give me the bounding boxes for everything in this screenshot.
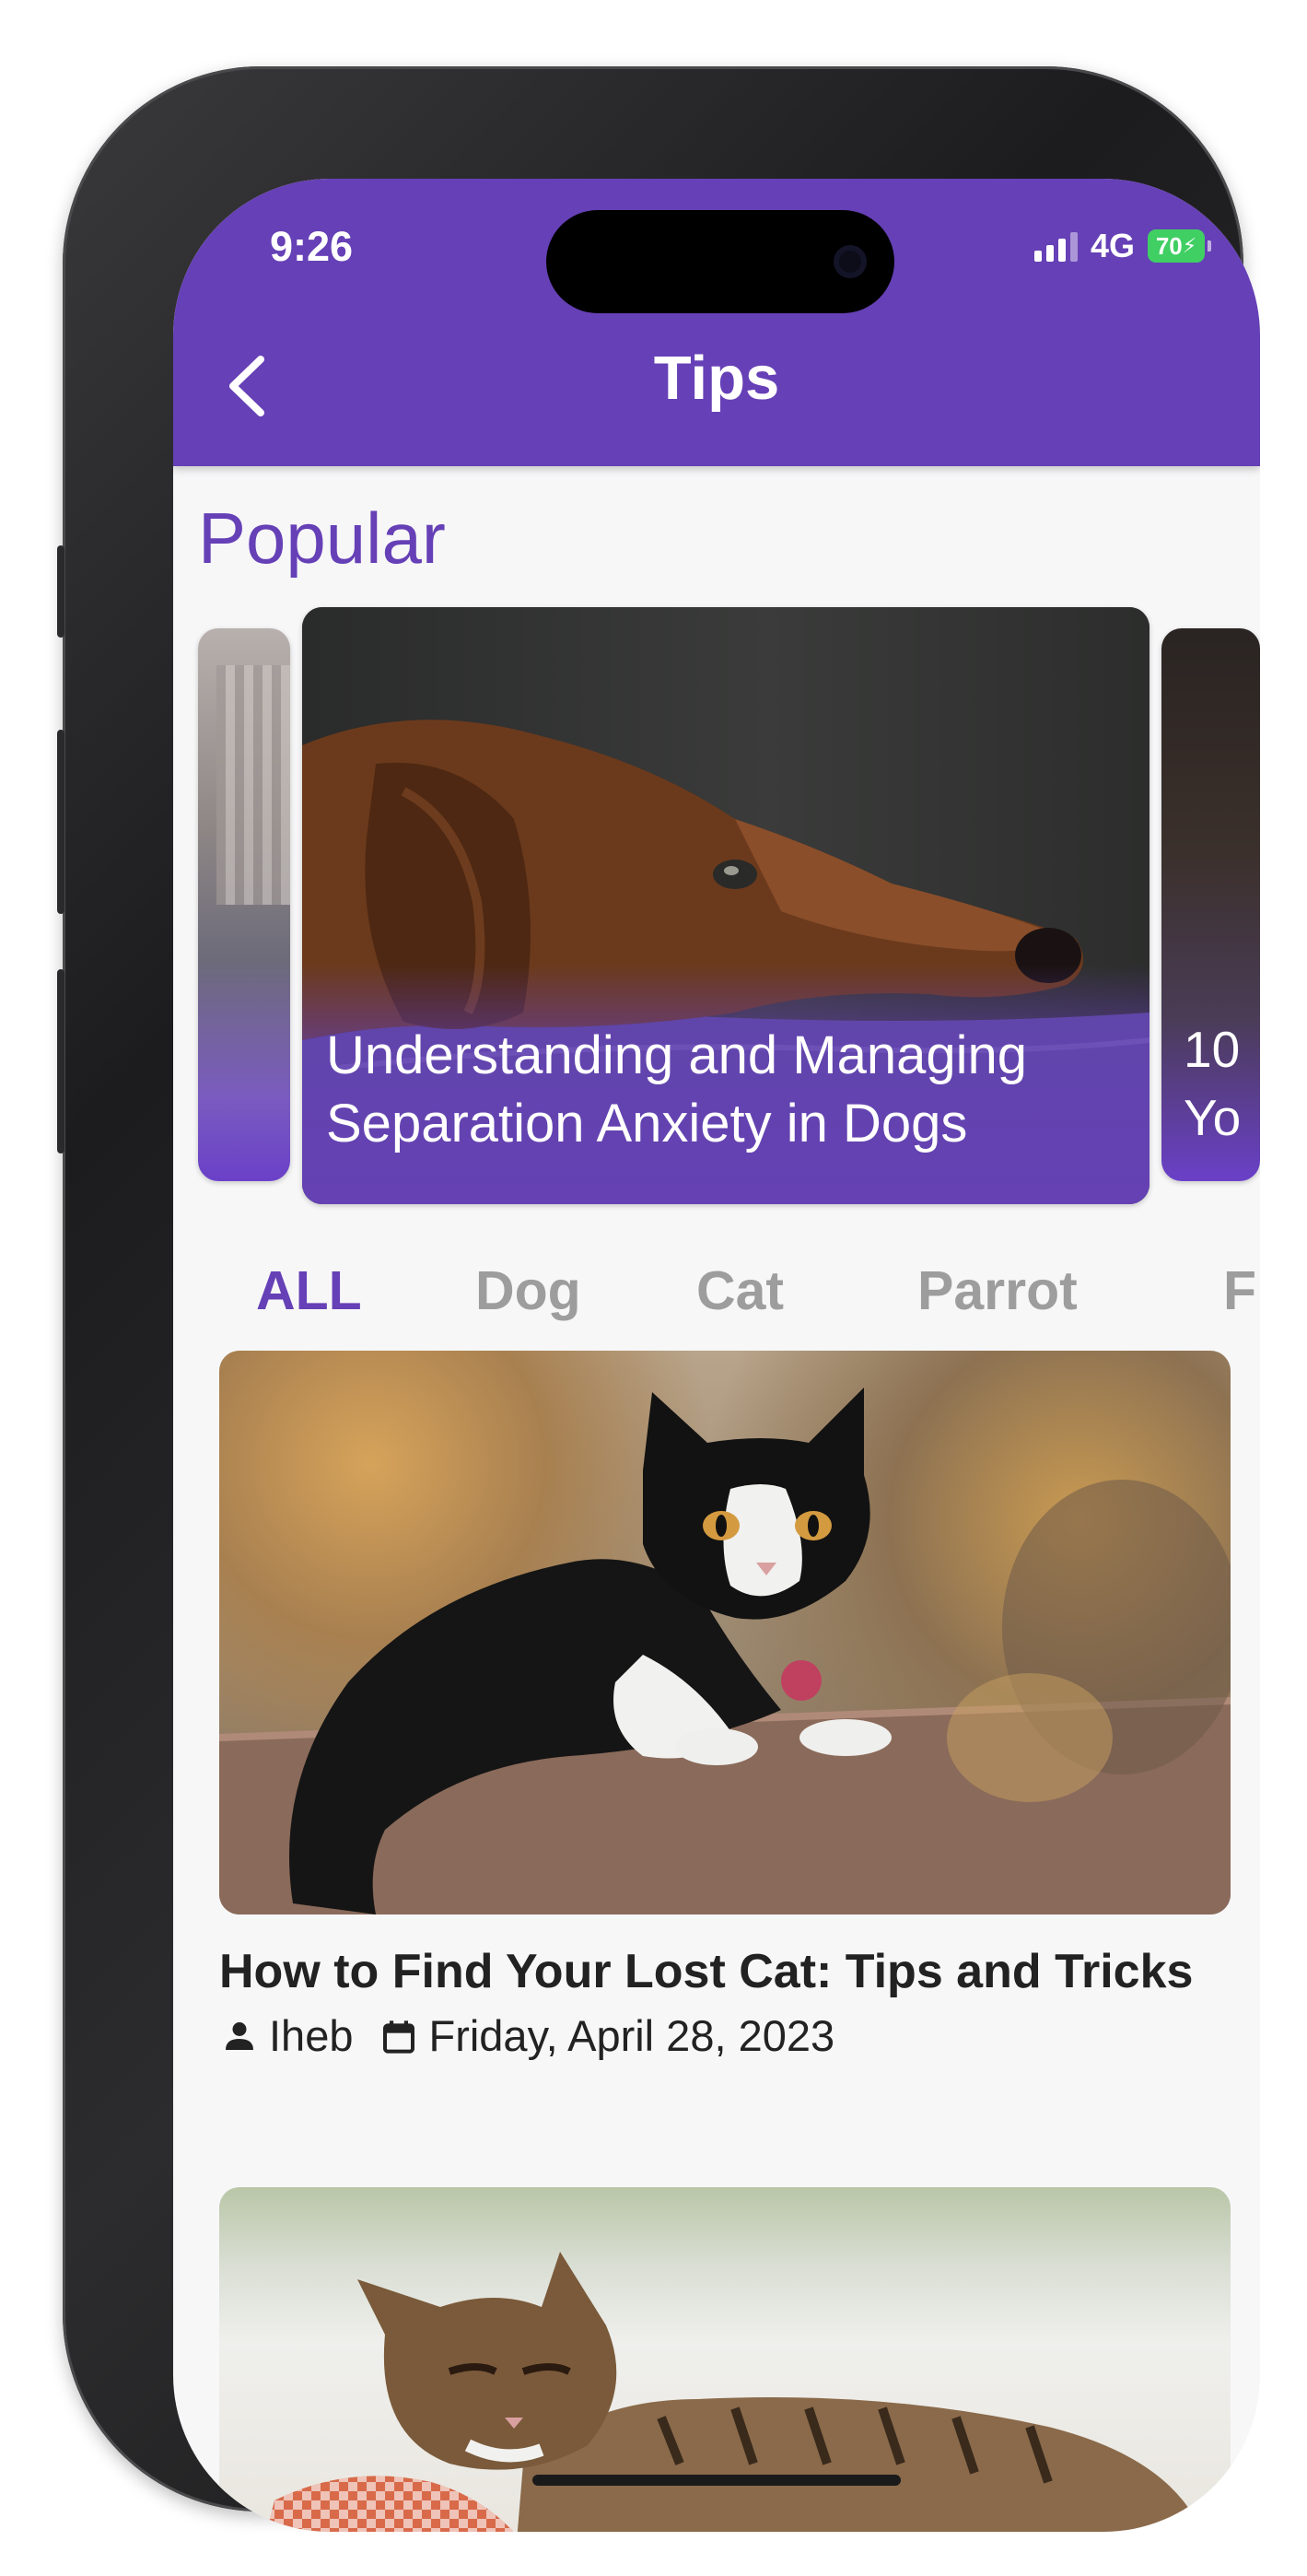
tab-fish[interactable]: Fi	[1223, 1259, 1260, 1322]
article-meta: Iheb Friday, April 28, 2023	[219, 2010, 1231, 2061]
person-icon	[219, 2016, 260, 2056]
action-button	[57, 545, 64, 638]
carousel-card-previous[interactable]	[198, 628, 290, 1181]
card-title-partial: 10 Yo	[1184, 1021, 1242, 1146]
screen: 9:26 4G 70 ⚡ Tips Popular Understanding …	[173, 179, 1260, 2532]
popular-heading: Popular	[198, 498, 446, 579]
tab-cat[interactable]: Cat	[696, 1259, 784, 1322]
app-bar: 9:26 4G 70 ⚡ Tips	[173, 179, 1260, 466]
home-indicator[interactable]	[532, 2475, 901, 2486]
signal-icon	[1033, 230, 1078, 262]
battery-icon: 70 ⚡	[1148, 229, 1211, 263]
article-date: Friday, April 28, 2023	[428, 2011, 835, 2060]
tab-parrot[interactable]: Parrot	[917, 1259, 1078, 1322]
dynamic-island	[546, 210, 894, 313]
card-title: Understanding and Managing Separation An…	[326, 1025, 1027, 1153]
status-indicators: 4G 70 ⚡	[1033, 227, 1211, 265]
article-author: Iheb	[269, 2011, 354, 2060]
carousel-card-next[interactable]: 10 Yo	[1161, 628, 1260, 1181]
page-title: Tips	[653, 344, 780, 413]
carousel-card-featured[interactable]: Understanding and Managing Separation An…	[302, 607, 1149, 1204]
article-image	[219, 1351, 1231, 1914]
article-card[interactable]: How to Find Your Lost Cat: Tips and Tric…	[219, 1351, 1231, 2061]
calendar-icon	[379, 2016, 419, 2056]
network-type: 4G	[1090, 227, 1135, 264]
cat-illustration	[219, 1388, 1231, 1914]
camera-icon	[834, 245, 867, 278]
tab-all[interactable]: ALL	[256, 1259, 362, 1322]
category-tabs: ALL Dog Cat Parrot Fi	[256, 1243, 1260, 1335]
article-title: How to Find Your Lost Cat: Tips and Tric…	[219, 1945, 1194, 1998]
status-time: 9:26	[270, 223, 354, 270]
volume-down-button	[57, 969, 64, 1153]
volume-up-button	[57, 730, 64, 914]
tab-dog[interactable]: Dog	[475, 1259, 581, 1322]
battery-level: 70	[1155, 231, 1183, 260]
card-image	[216, 665, 290, 905]
phone-frame: 9:26 4G 70 ⚡ Tips Popular Understanding …	[57, 66, 1260, 2532]
